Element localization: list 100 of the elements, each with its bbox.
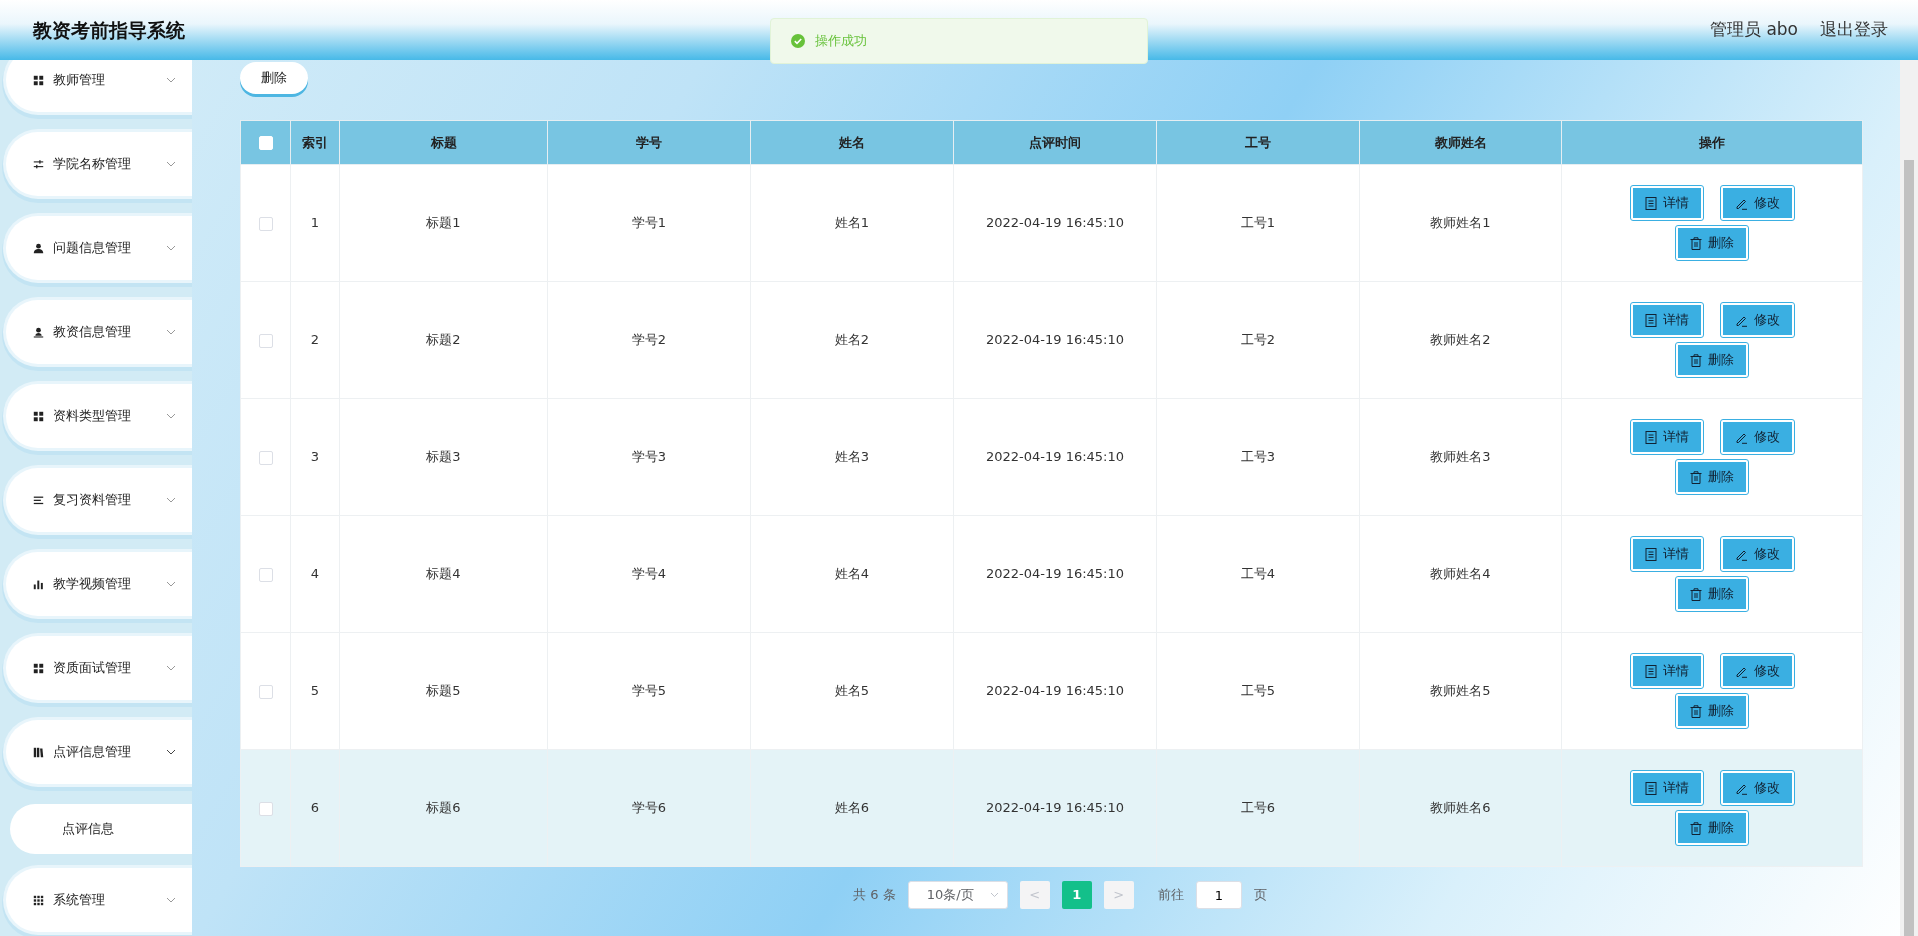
page-number-field[interactable]: 1 xyxy=(1195,881,1242,909)
table-cell: 2022-04-19 16:45:10 xyxy=(953,515,1157,633)
table-cell: 标题2 xyxy=(339,281,548,399)
table-cell: 学号2 xyxy=(547,281,751,399)
page-size-select[interactable]: 10条/页 xyxy=(907,881,1008,909)
logout-link[interactable]: 退出登录 xyxy=(1820,17,1888,43)
table-cell: 2022-04-19 16:45:10 xyxy=(953,749,1157,867)
edit-button[interactable]: 修改 xyxy=(1720,654,1794,688)
table-cell: 工号3 xyxy=(1156,398,1360,516)
sidebar-label: 教师管理 xyxy=(53,71,105,90)
table-cell: 姓名3 xyxy=(750,398,954,516)
edit-button[interactable]: 修改 xyxy=(1720,186,1794,220)
row-checkbox[interactable] xyxy=(258,567,273,582)
row-checkbox[interactable] xyxy=(258,216,273,231)
table-cell: 1 xyxy=(290,164,340,282)
table-cell: 5 xyxy=(290,632,340,750)
caret-icon xyxy=(989,892,999,898)
grid-icon xyxy=(33,894,44,906)
table-cell: 姓名4 xyxy=(750,515,954,633)
table-cell: 学号6 xyxy=(547,749,751,867)
table-cell: 教师姓名3 xyxy=(1359,398,1562,516)
check-circle-icon xyxy=(791,34,805,48)
table-cell: 教师姓名2 xyxy=(1359,281,1562,399)
delete-button[interactable]: 删除 xyxy=(1676,811,1748,845)
table-cell: 2022-04-19 16:45:10 xyxy=(953,398,1157,516)
details-button[interactable]: 详情 xyxy=(1630,186,1703,220)
table-cell: 学号5 xyxy=(547,632,751,750)
row-checkbox[interactable] xyxy=(258,684,273,699)
details-button[interactable]: 详情 xyxy=(1630,771,1703,805)
table-cell: 学号3 xyxy=(547,398,751,516)
trash-icon xyxy=(1690,587,1702,601)
row-checkbox[interactable] xyxy=(258,333,273,348)
grid-icon xyxy=(33,410,44,422)
row-checkbox[interactable] xyxy=(258,801,273,816)
sidebar-label: 教资信息管理 xyxy=(53,323,131,342)
table-cell: 姓名6 xyxy=(750,749,954,867)
bar-chart-icon xyxy=(33,578,44,590)
document-icon xyxy=(1644,781,1657,795)
table-cell: 标题1 xyxy=(339,164,548,282)
sidebar-label: 教学视频管理 xyxy=(53,575,131,594)
delete-button[interactable]: 删除 xyxy=(240,62,308,94)
sliders-icon xyxy=(33,158,44,170)
table-cell: 工号4 xyxy=(1156,515,1360,633)
table-cell: 2022-04-19 16:45:10 xyxy=(953,632,1157,750)
column-header: 学号 xyxy=(547,120,751,165)
table-cell: 姓名1 xyxy=(750,164,954,282)
edit-button[interactable]: 修改 xyxy=(1720,303,1794,337)
delete-button[interactable]: 删除 xyxy=(1676,460,1748,494)
sidebar-label: 复习资料管理 xyxy=(53,491,131,510)
table-cell: 姓名2 xyxy=(750,281,954,399)
table-cell: 标题5 xyxy=(339,632,548,750)
scrollbar[interactable] xyxy=(1900,60,1918,936)
document-icon xyxy=(1644,664,1657,678)
delete-button[interactable]: 删除 xyxy=(1676,577,1748,611)
sidebar-label: 系统管理 xyxy=(53,891,105,910)
details-button[interactable]: 详情 xyxy=(1630,654,1703,688)
sidebar-label: 资料类型管理 xyxy=(53,407,131,426)
app-title: 教资考前指导系统 xyxy=(33,17,185,43)
table-cell: 姓名5 xyxy=(750,632,954,750)
delete-button[interactable]: 删除 xyxy=(1676,343,1748,377)
document-icon xyxy=(1644,430,1657,444)
trash-icon xyxy=(1690,821,1702,835)
column-header: 索引 xyxy=(290,120,340,165)
grid-icon xyxy=(33,74,44,86)
delete-button[interactable]: 删除 xyxy=(1676,694,1748,728)
total-count: 共 6 条 xyxy=(853,886,896,905)
sidebar-subitem[interactable]: 点评信息 xyxy=(10,804,192,854)
sidebar-label: 资质面试管理 xyxy=(53,659,131,678)
details-button[interactable]: 详情 xyxy=(1630,303,1703,337)
person-icon xyxy=(33,326,44,338)
books-icon xyxy=(33,746,44,758)
column-header: 姓名 xyxy=(750,120,954,165)
table-cell: 教师姓名1 xyxy=(1359,164,1562,282)
sidebar-label: 学院名称管理 xyxy=(53,155,131,174)
details-button[interactable]: 详情 xyxy=(1630,420,1703,454)
table-cell: 2 xyxy=(290,281,340,399)
person-icon xyxy=(33,242,44,254)
grid-icon xyxy=(33,662,44,674)
edit-button[interactable]: 修改 xyxy=(1720,420,1794,454)
table-cell: 学号1 xyxy=(547,164,751,282)
table-cell: 标题3 xyxy=(339,398,548,516)
select-all-checkbox[interactable] xyxy=(258,136,273,151)
table-cell: 工号6 xyxy=(1156,749,1360,867)
column-header: 操作 xyxy=(1561,120,1863,165)
document-icon xyxy=(1644,547,1657,561)
column-header: 教师姓名 xyxy=(1359,120,1562,165)
row-checkbox[interactable] xyxy=(258,450,273,465)
trash-icon xyxy=(1690,470,1702,484)
table-cell: 工号5 xyxy=(1156,632,1360,750)
table-cell: 标题6 xyxy=(339,749,548,867)
table-cell: 教师姓名6 xyxy=(1359,749,1562,867)
table-cell: 教师姓名5 xyxy=(1359,632,1562,750)
edit-button[interactable]: 修改 xyxy=(1720,537,1794,571)
table-cell: 4 xyxy=(290,515,340,633)
sidebar-label: 问题信息管理 xyxy=(53,239,131,258)
delete-button[interactable]: 删除 xyxy=(1676,226,1748,260)
table-cell: 教师姓名4 xyxy=(1359,515,1562,633)
edit-button[interactable]: 修改 xyxy=(1720,771,1794,805)
details-button[interactable]: 详情 xyxy=(1630,537,1703,571)
table-cell: 学号4 xyxy=(547,515,751,633)
